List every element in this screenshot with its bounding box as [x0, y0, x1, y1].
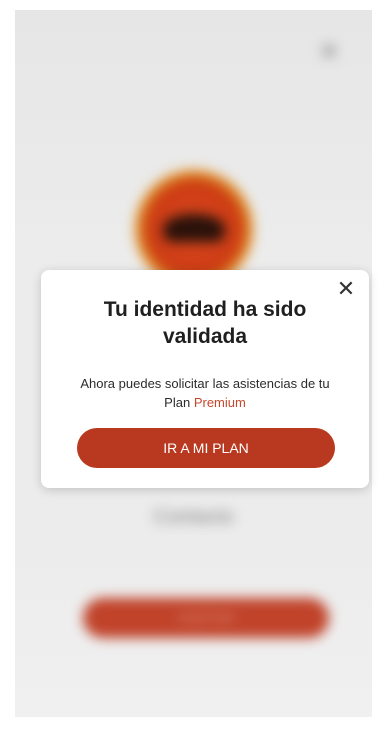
go-to-plan-button[interactable]: IR A MI PLAN: [77, 428, 335, 468]
validation-dialog: ✕ Tu identidad ha sido validada Ahora pu…: [41, 270, 369, 488]
dialog-title: Tu identidad ha sido validada: [103, 298, 307, 348]
background-close-icon: ✕: [319, 39, 339, 64]
background-accept-button: ACEPTAR: [83, 598, 329, 638]
contact-label: Contacto: [153, 506, 234, 528]
plan-name-highlight: Premium: [193, 395, 246, 410]
logo-emblem-icon: [163, 214, 225, 242]
dialog-message: Ahora puedes solicitar las asistencias d…: [67, 374, 343, 412]
